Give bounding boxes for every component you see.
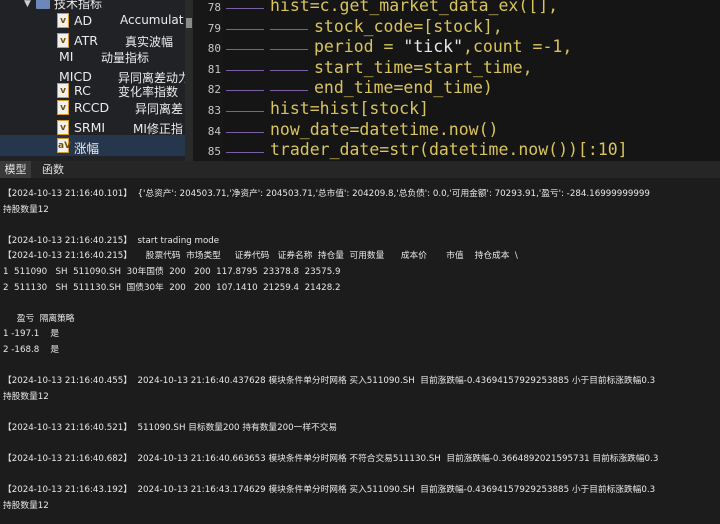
indent-arrow-icon: [270, 49, 308, 51]
tree-item-code: RC: [74, 83, 91, 98]
line-number: 84: [207, 124, 221, 138]
console-line: 【2024-10-13 21:16:43.192】 2024-10-13 21:…: [3, 485, 656, 496]
tree-item-code: RCCD: [74, 100, 110, 115]
console-line: 【2024-10-13 21:16:40.215】 start trading …: [3, 235, 220, 246]
indent-arrow-icon: [226, 28, 264, 30]
indicator-icon: v: [57, 83, 69, 98]
console-line: 【2024-10-13 21:16:40.521】 511090.SH 目标数量…: [3, 423, 338, 433]
code-text: trader_date=str(datetime.now())[:10]: [270, 140, 628, 160]
console-tab-bar: 模型 函数: [0, 161, 720, 179]
indent-arrow-icon: [226, 49, 264, 51]
code-text: hist=c.get_market_data_ex([],: [270, 0, 559, 15]
code-editor[interactable]: 78 hist=c.get_market_data_ex([], 79 stock_c…: [193, 0, 720, 161]
code-token: ,count =-1,: [463, 37, 573, 57]
console-line: 【2024-10-13 21:16:40.101】 {'总资产': 204503…: [3, 189, 650, 199]
indicator-icon: v: [57, 100, 69, 115]
line-number: 78: [207, 1, 221, 14]
indent-arrow-icon: [226, 8, 264, 9]
line-number: 82: [207, 83, 221, 97]
tree-item-name: 动量指标: [101, 51, 150, 65]
chevron-down-icon[interactable]: ▼: [24, 0, 36, 9]
tab-function[interactable]: 函数: [36, 161, 70, 178]
tree-item-name: 异同离差: [135, 102, 184, 116]
console-line: 盈亏 隔离策略: [3, 313, 75, 324]
code-text: hist=hist[stock]: [270, 99, 429, 118]
code-text: end_time=end_time): [314, 78, 493, 98]
line-number: 81: [207, 62, 221, 76]
indent-arrow-icon: [226, 152, 264, 154]
indicator-icon: v: [57, 120, 69, 135]
tree-item-code: SRMI: [74, 120, 106, 135]
indent-arrow-icon: [226, 111, 264, 112]
code-text: start_time=start_time,: [314, 57, 533, 77]
console-line: 【2024-10-13 21:16:40.682】 2024-10-13 21:…: [3, 454, 659, 465]
indent-arrow-icon: [226, 69, 264, 71]
indent-arrow-icon: [270, 28, 308, 30]
code-line[interactable]: 85 trader_date=str(datetime.now())[:10]: [193, 140, 720, 161]
tab-model[interactable]: 模型: [0, 161, 31, 178]
line-number: 80: [207, 42, 221, 56]
code-token: period =: [314, 37, 404, 57]
console-line: 持股数量12: [3, 391, 49, 402]
console-line: 持股数量12: [3, 501, 49, 511]
folder-icon: [36, 0, 50, 9]
code-text: period = "tick",count =-1,: [314, 37, 572, 56]
tree-item-code: 涨幅: [74, 141, 100, 156]
console-line: 2 511130 SH 511130.SH 国债30年 200 200 107.…: [3, 282, 341, 293]
tree-item[interactable]: v RCCD 异同离差: [0, 97, 185, 118]
indent-arrow-icon: [226, 90, 264, 92]
code-text: stock_code=[stock],: [314, 16, 503, 36]
code-text: now_date=datetime.now(): [270, 119, 499, 139]
console-line: 1 511090 SH 511090.SH 30年国债 200 200 117.…: [3, 267, 341, 277]
tree-scrollbar[interactable]: [185, 0, 193, 161]
tree-item-code: AD: [74, 13, 93, 28]
console-line: 【2024-10-13 21:16:40.215】 股票代码 市场类型 证券代码…: [3, 251, 518, 262]
console-line: 【2024-10-13 21:16:40.455】 2024-10-13 21:…: [3, 376, 656, 387]
string-literal: "tick": [403, 37, 464, 57]
indicator-icon: aV: [57, 138, 71, 153]
line-number: 85: [207, 145, 221, 159]
console-line: 1 -197.1 是: [3, 329, 60, 340]
tree-item-code: MI: [59, 49, 74, 64]
indicator-tree: ▼ 技术指标 v AD Accumulat v ATR 真实波幅 MI 动量指标 MICD 异同离…: [0, 0, 185, 161]
tree-item[interactable]: MI 动量指标: [0, 46, 185, 67]
console-log: 【2024-10-13 21:16:40.101】 {'总资产': 204503…: [0, 178, 720, 524]
tree-item-name: Accumulat: [120, 13, 184, 27]
line-number: 79: [207, 21, 221, 35]
indent-arrow-icon: [226, 131, 264, 133]
tree-item[interactable]: v AD Accumulat: [0, 10, 185, 31]
indent-arrow-icon: [270, 69, 308, 71]
tree-item[interactable]: aV 涨幅: [0, 135, 185, 156]
console-line: 持股数量12: [3, 204, 49, 215]
indicator-icon: v: [57, 13, 69, 28]
line-number: 83: [207, 104, 221, 117]
console-line: 2 -168.8 是: [3, 345, 60, 355]
scrollbar-thumb[interactable]: [186, 18, 192, 28]
indent-arrow-icon: [270, 90, 308, 92]
